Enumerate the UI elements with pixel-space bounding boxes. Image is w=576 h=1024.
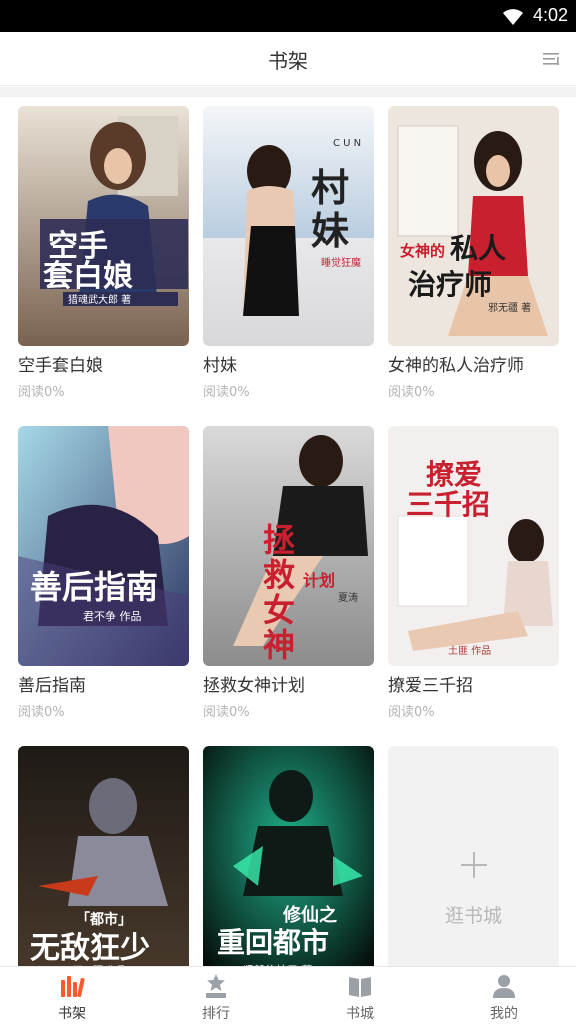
tab-ranking[interactable]: 排行 — [144, 967, 288, 1024]
status-bar: 4:02 — [0, 0, 576, 32]
svg-text:治疗师: 治疗师 — [408, 268, 492, 301]
status-time: 4:02 — [532, 5, 568, 25]
profile-icon — [493, 975, 515, 998]
book-item[interactable]: 村 妹 C U N 睡觉狂魔 村妹 阅读0% — [203, 106, 374, 400]
bottom-tab-bar: 书架 排行 书城 我的 — [0, 966, 576, 1024]
svg-text:邪无疆 著: 邪无疆 著 — [488, 301, 531, 314]
book-item[interactable]: 拯 救 女 神 计划 夏涛 拯救女神计划 阅读0% — [203, 426, 374, 720]
svg-text:妹: 妹 — [311, 209, 349, 253]
wifi-icon — [503, 9, 523, 25]
svg-text:撩爱: 撩爱 — [426, 458, 482, 491]
svg-text:重回都市: 重回都市 — [217, 926, 329, 959]
book-item[interactable]: 女神的 私人 治疗师 邪无疆 著 女神的私人治疗师 阅读0% — [388, 106, 559, 400]
tab-label: 我的 — [490, 1006, 518, 1022]
book-title: 空手套白娘 — [18, 356, 103, 376]
svg-text:神: 神 — [263, 626, 295, 664]
book-cover[interactable]: 女神的 私人 治疗师 邪无疆 著 — [388, 106, 559, 346]
svg-text:三千招: 三千招 — [406, 488, 490, 521]
book-cover[interactable]: 修仙之 重回都市 坚毅的桔子 著 — [203, 746, 374, 986]
svg-text:女: 女 — [263, 591, 295, 629]
bookshelf-grid: 空手 套白娘 猎魂武大郎 著 空手套白娘 阅读0% 村 妹 C U N 睡觉狂魔 — [0, 97, 576, 986]
book-cover[interactable]: 村 妹 C U N 睡觉狂魔 — [203, 106, 374, 346]
book-cover[interactable]: 撩爱 三千招 土匪 作品 — [388, 426, 559, 666]
book-progress: 阅读0% — [18, 385, 65, 400]
svg-text:女神的: 女神的 — [400, 242, 445, 260]
plus-icon — [461, 852, 487, 878]
list-menu-icon[interactable] — [540, 48, 562, 70]
svg-text:「都市」: 「都市」 — [76, 911, 132, 928]
tab-label: 书架 — [58, 1006, 86, 1022]
book-progress: 阅读0% — [18, 705, 65, 720]
book-item[interactable]: 空手 套白娘 猎魂武大郎 著 空手套白娘 阅读0% — [18, 106, 189, 400]
browse-store-label: 逛书城 — [444, 905, 502, 927]
book-title: 撩爱三千招 — [388, 676, 473, 696]
svg-text:拯: 拯 — [263, 521, 295, 559]
tab-profile[interactable]: 我的 — [432, 967, 576, 1024]
svg-text:无敌狂少: 无敌狂少 — [30, 931, 150, 966]
book-cover[interactable]: 空手 套白娘 猎魂武大郎 著 — [18, 106, 189, 346]
book-item[interactable]: 撩爱 三千招 土匪 作品 撩爱三千招 阅读0% — [388, 426, 559, 720]
svg-text:睡觉狂魔: 睡觉狂魔 — [321, 256, 361, 269]
bookshelf-icon — [61, 976, 85, 998]
book-progress: 阅读0% — [203, 385, 250, 400]
tab-label: 排行 — [202, 1006, 230, 1022]
book-title: 拯救女神计划 — [203, 676, 305, 696]
page-title: 书架 — [268, 49, 308, 73]
book-progress: 阅读0% — [388, 385, 435, 400]
book-progress: 阅读0% — [388, 705, 435, 720]
book-title: 村妹 — [203, 356, 237, 376]
browse-store-card[interactable]: 逛书城 — [388, 746, 559, 986]
book-title: 女神的私人治疗师 — [388, 356, 524, 376]
svg-text:善后指南: 善后指南 — [30, 568, 158, 606]
tab-book-store[interactable]: 书城 — [288, 967, 432, 1024]
tab-bookshelf[interactable]: 书架 — [0, 967, 144, 1024]
ranking-icon — [206, 974, 226, 998]
svg-text:C U N: C U N — [333, 138, 361, 149]
book-title: 善后指南 — [18, 676, 86, 696]
svg-text:土匪 作品: 土匪 作品 — [448, 644, 491, 657]
svg-text:计划: 计划 — [303, 571, 335, 590]
svg-text:修仙之: 修仙之 — [282, 904, 337, 926]
book-cover[interactable]: 「都市」 无敌狂少 邪无疆 作品 — [18, 746, 189, 986]
book-item[interactable]: 善后指南 君不争 作品 善后指南 阅读0% — [18, 426, 189, 720]
svg-text:私人: 私人 — [450, 232, 506, 265]
svg-text:猎魂武大郎 著: 猎魂武大郎 著 — [68, 293, 131, 306]
svg-text:套白娘: 套白娘 — [43, 259, 133, 294]
header-divider — [0, 87, 576, 97]
svg-text:救: 救 — [263, 556, 295, 594]
book-cover[interactable]: 善后指南 君不争 作品 — [18, 426, 189, 666]
svg-text:村: 村 — [311, 166, 349, 210]
book-progress: 阅读0% — [203, 705, 250, 720]
book-cover[interactable]: 拯 救 女 神 计划 夏涛 — [203, 426, 374, 666]
svg-text:君不争 作品: 君不争 作品 — [83, 609, 142, 623]
book-store-icon — [349, 977, 371, 997]
tab-label: 书城 — [346, 1006, 374, 1022]
svg-text:夏涛: 夏涛 — [338, 591, 358, 604]
top-bar: 书架 — [0, 32, 576, 86]
